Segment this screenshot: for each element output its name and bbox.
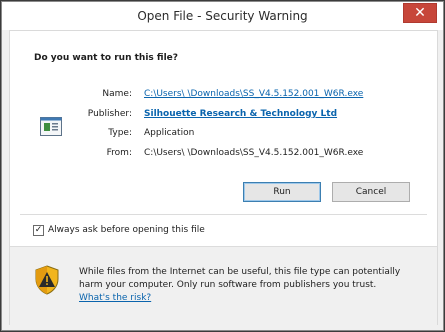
always-ask-checkbox[interactable]: ✓ — [33, 225, 44, 236]
always-ask-label[interactable]: Always ask before opening this file — [48, 225, 205, 235]
title-bar[interactable]: Open File - Security Warning ✕ — [2, 2, 443, 30]
publisher-label: Publisher: — [87, 109, 132, 119]
security-warning-dialog: Open File - Security Warning ✕ Do you wa… — [0, 0, 445, 332]
type-value: Application — [144, 128, 195, 138]
run-question: Do you want to run this file? — [34, 53, 178, 63]
close-button[interactable]: ✕ — [403, 3, 437, 23]
type-label: Type: — [108, 128, 132, 138]
shield-icon — [35, 265, 59, 295]
from-value: C:\Users\ \Downloads\SS_V4.5.152.001_W6R… — [144, 148, 364, 158]
cancel-button[interactable]: Cancel — [332, 182, 410, 202]
divider — [20, 214, 427, 215]
from-label: From: — [106, 148, 132, 158]
warning-text: While files from the Internet can be use… — [79, 267, 401, 290]
dialog-title: Open File - Security Warning — [137, 9, 308, 23]
whats-the-risk-link[interactable]: What's the risk? — [79, 293, 151, 303]
warning-message: While files from the Internet can be use… — [79, 266, 424, 305]
dialog-content: Do you want to run this file? Name: C:\U… — [9, 30, 438, 325]
warning-panel: While files from the Internet can be use… — [10, 246, 437, 325]
file-name-link[interactable]: C:\Users\ \Downloads\SS_V4.5.152.001_W6R… — [144, 89, 363, 99]
run-button[interactable]: Run — [243, 182, 321, 202]
name-label: Name: — [102, 89, 132, 99]
publisher-link[interactable]: Silhouette Research & Technology Ltd — [144, 109, 337, 119]
